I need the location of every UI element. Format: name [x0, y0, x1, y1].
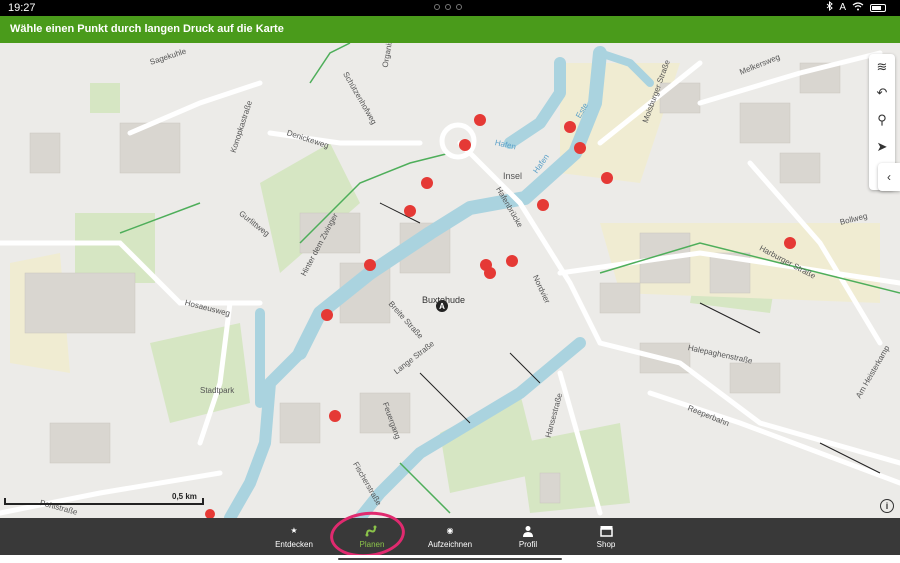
status-time: 19:27	[8, 2, 36, 14]
building	[599, 282, 641, 314]
nav-profil[interactable]: Profil	[493, 518, 563, 555]
shop-icon	[571, 518, 641, 538]
map-view[interactable]: A Sagekuhle Konopkastraße Denickeweg Gur…	[0, 43, 900, 518]
bike-poi-marker	[474, 114, 486, 126]
path-line	[419, 372, 471, 424]
nav-label: Shop	[596, 540, 616, 549]
bottom-navigation: ★ Entdecken Planen ◉ Aufzeichnen Profil …	[0, 518, 900, 555]
a-icon: A	[839, 2, 846, 13]
bike-poi-marker	[364, 259, 376, 271]
bike-poi-marker	[459, 139, 471, 151]
map-canvas[interactable]: A	[0, 43, 900, 518]
building	[539, 472, 561, 504]
bike-poi-marker	[484, 267, 496, 279]
building	[29, 132, 61, 174]
bike-poi-marker	[421, 177, 433, 189]
bike-poi-marker	[506, 255, 518, 267]
status-dots	[434, 4, 462, 10]
scale-tick	[202, 498, 204, 505]
bike-path	[399, 462, 451, 514]
search-icon: ⚲	[877, 112, 887, 127]
building	[779, 152, 821, 184]
path-line	[509, 352, 541, 384]
park-area	[150, 323, 250, 423]
status-bar: 19:27 A	[0, 0, 900, 16]
town-label: Buxtehude	[422, 295, 466, 305]
nav-shop[interactable]: Shop	[571, 518, 641, 555]
locate-button[interactable]: ➤	[869, 134, 895, 160]
nav-entdecken[interactable]: ★ Entdecken	[259, 518, 329, 555]
layers-button[interactable]: ≋	[869, 54, 895, 80]
park-area	[520, 423, 630, 513]
home-indicator[interactable]	[338, 558, 562, 560]
scale-tick	[4, 498, 6, 505]
info-button[interactable]: i	[880, 499, 894, 513]
app-root: 19:27 A Wähle einen Punkt durch langen D…	[0, 0, 900, 563]
undo-icon: ↶	[876, 85, 888, 100]
bike-poi-marker	[537, 199, 549, 211]
chevron-left-icon: ‹	[887, 170, 891, 184]
harbor-basin	[504, 57, 566, 149]
battery-icon	[870, 3, 886, 12]
scale-line	[4, 503, 204, 505]
status-icons: A	[826, 0, 886, 14]
building	[739, 102, 791, 144]
bike-poi-marker	[404, 205, 416, 217]
district-label: Insel	[503, 171, 523, 181]
scale-bar: 0,5 km	[4, 488, 210, 506]
bike-poi-marker	[784, 237, 796, 249]
bike-poi-marker	[329, 410, 341, 422]
wifi-icon	[852, 1, 864, 14]
building	[729, 362, 781, 394]
instruction-banner: Wähle einen Punkt durch langen Druck auf…	[0, 16, 900, 43]
search-button[interactable]: ⚲	[869, 107, 895, 133]
bike-poi-marker	[601, 172, 613, 184]
record-icon: ◉	[446, 526, 454, 535]
building	[119, 122, 181, 174]
bike-poi-marker	[205, 509, 215, 518]
bike-poi-marker	[321, 309, 333, 321]
park-label: Stadtpark	[200, 386, 235, 395]
panel-collapse-handle[interactable]: ‹	[878, 163, 900, 191]
nav-label: Profil	[518, 540, 538, 549]
nav-label: Aufzeichnen	[427, 540, 473, 549]
bluetooth-icon	[826, 0, 834, 14]
building	[24, 272, 136, 334]
star-icon: ★	[290, 526, 298, 535]
scale-label: 0,5 km	[172, 492, 197, 501]
nav-aufzeichnen[interactable]: ◉ Aufzeichnen	[415, 518, 485, 555]
bike-poi-marker	[564, 121, 576, 133]
building	[49, 422, 111, 464]
location-arrow-icon: ➤	[876, 139, 888, 154]
nav-label: Entdecken	[275, 540, 313, 549]
bike-poi-marker	[574, 142, 586, 154]
road	[697, 50, 883, 106]
layers-icon: ≋	[876, 59, 888, 74]
info-icon: i	[885, 501, 889, 511]
park-area	[75, 213, 155, 283]
building	[279, 402, 321, 444]
undo-button[interactable]: ↶	[869, 80, 895, 106]
park-area	[90, 83, 120, 113]
profile-icon	[493, 518, 563, 538]
